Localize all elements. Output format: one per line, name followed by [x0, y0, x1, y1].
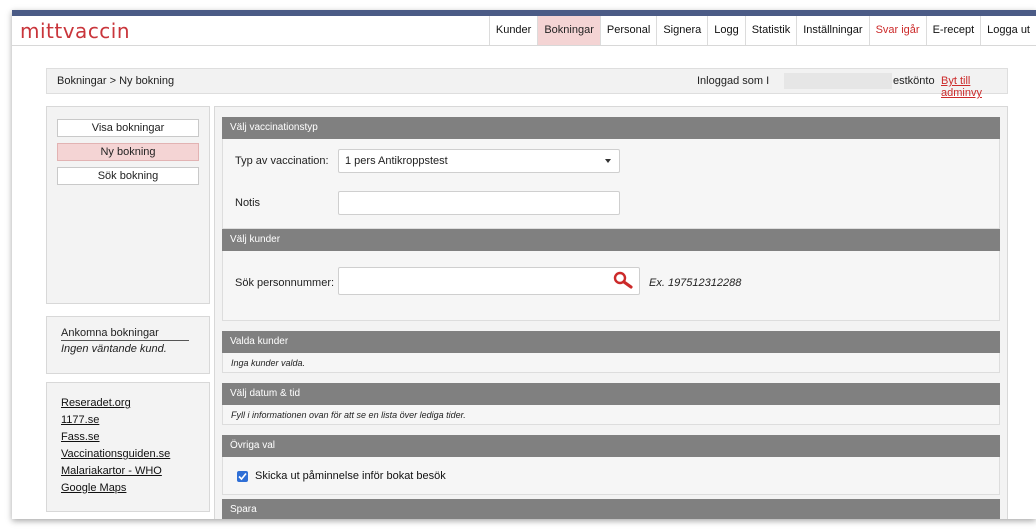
link-malariakartor[interactable]: Malariakartor - WHO — [61, 465, 162, 477]
vaccination-type-label: Typ av vaccination: — [235, 155, 329, 167]
datetime-instructions: Fyll i informationen ovan för att se en … — [231, 410, 466, 420]
section-vaccination-type: Typ av vaccination: 1 pers Antikroppstes… — [222, 139, 1000, 229]
nav-item-e-recept[interactable]: E-recept — [925, 16, 981, 45]
arrivals-status: Ingen väntande kund. — [61, 343, 167, 355]
link-google-maps[interactable]: Google Maps — [61, 482, 126, 494]
breadcrumb: Bokningar > Ny bokning — [57, 75, 175, 87]
note-input[interactable] — [338, 191, 620, 215]
vaccination-type-value: 1 pers Antikroppstest — [345, 155, 448, 167]
link-1177[interactable]: 1177.se — [61, 414, 99, 426]
section-header-selected-customers: Valda kunder — [222, 331, 1000, 353]
chevron-down-icon — [605, 159, 611, 163]
sidebar-booking-menu: Visa bokningar Ny bokning Sök bokning — [46, 106, 210, 304]
reminder-checkbox[interactable] — [237, 471, 248, 482]
nav-item-logga-ut[interactable]: Logga ut — [980, 16, 1036, 45]
section-datetime: Fyll i informationen ovan för att se en … — [222, 405, 1000, 425]
section-other-options: Skicka ut påminnelse inför bokat besök — [222, 457, 1000, 495]
note-label: Notis — [235, 197, 261, 209]
personal-number-example: Ex. 197512312288 — [649, 277, 742, 289]
sidebar-arrivals: Ankomna bokningar Ingen väntande kund. — [46, 316, 210, 374]
search-booking-button[interactable]: Sök bokning — [57, 167, 199, 185]
nav-item-logg[interactable]: Logg — [707, 16, 744, 45]
section-header-save: Spara — [222, 499, 1000, 519]
breadcrumb-bar: Bokningar > Ny bokning Inloggad som I es… — [46, 68, 1008, 99]
vaccination-type-select[interactable]: 1 pers Antikroppstest — [338, 149, 620, 173]
section-header-datetime: Välj datum & tid — [222, 383, 1000, 405]
link-fass[interactable]: Fass.se — [61, 431, 100, 443]
section-header-vaccination-type: Välj vaccinationstyp — [222, 117, 1000, 139]
personal-number-input[interactable] — [338, 267, 640, 295]
nav-item-installningar[interactable]: Inställningar — [796, 16, 868, 45]
section-header-customers: Välj kunder — [222, 229, 1000, 251]
link-vaccinationsguiden[interactable]: Vaccinationsguiden.se — [61, 448, 170, 460]
new-booking-button[interactable]: Ny bokning — [57, 143, 199, 161]
switch-to-admin-link[interactable]: Byt till adminvy — [941, 75, 1007, 99]
show-bookings-button[interactable]: Visa bokningar — [57, 119, 199, 137]
search-icon[interactable] — [613, 271, 633, 292]
booking-form: Välj vaccinationstyp Typ av vaccination:… — [214, 106, 1008, 519]
section-header-other-options: Övriga val — [222, 435, 1000, 457]
nav-item-signera[interactable]: Signera — [656, 16, 707, 45]
section-customers: Sök personnummer: Ex. 197512312288 — [222, 251, 1000, 321]
top-bar: mittvaccin Kunder Bokningar Personal Sig… — [12, 16, 1036, 46]
redacted-username — [784, 73, 892, 89]
sidebar-links: Reseradet.org 1177.se Fass.se Vaccinatio… — [46, 382, 210, 512]
nav-item-svar-igar[interactable]: Svar igår — [868, 16, 926, 45]
nav-item-personal[interactable]: Personal — [599, 16, 656, 45]
selected-customers-status: Inga kunder valda. — [231, 358, 306, 368]
app-window: mittvaccin Kunder Bokningar Personal Sig… — [12, 10, 1036, 519]
reminder-label[interactable]: Skicka ut påminnelse inför bokat besök — [255, 470, 446, 482]
main-nav: Kunder Bokningar Personal Signera Logg S… — [488, 16, 1036, 45]
nav-item-statistik[interactable]: Statistik — [744, 16, 797, 45]
checkmark-icon — [238, 472, 247, 481]
login-label: Inloggad som I — [697, 75, 770, 87]
section-selected-customers: Inga kunder valda. — [222, 353, 1000, 373]
nav-item-kunder[interactable]: Kunder — [488, 16, 537, 45]
personal-number-label: Sök personnummer: — [235, 277, 335, 289]
nav-item-bokningar[interactable]: Bokningar — [537, 16, 600, 45]
logo: mittvaccin — [20, 19, 131, 43]
arrivals-title: Ankomna bokningar — [61, 327, 189, 341]
login-account-suffix: estkönto — [893, 75, 935, 87]
link-reseradet[interactable]: Reseradet.org — [61, 397, 131, 409]
